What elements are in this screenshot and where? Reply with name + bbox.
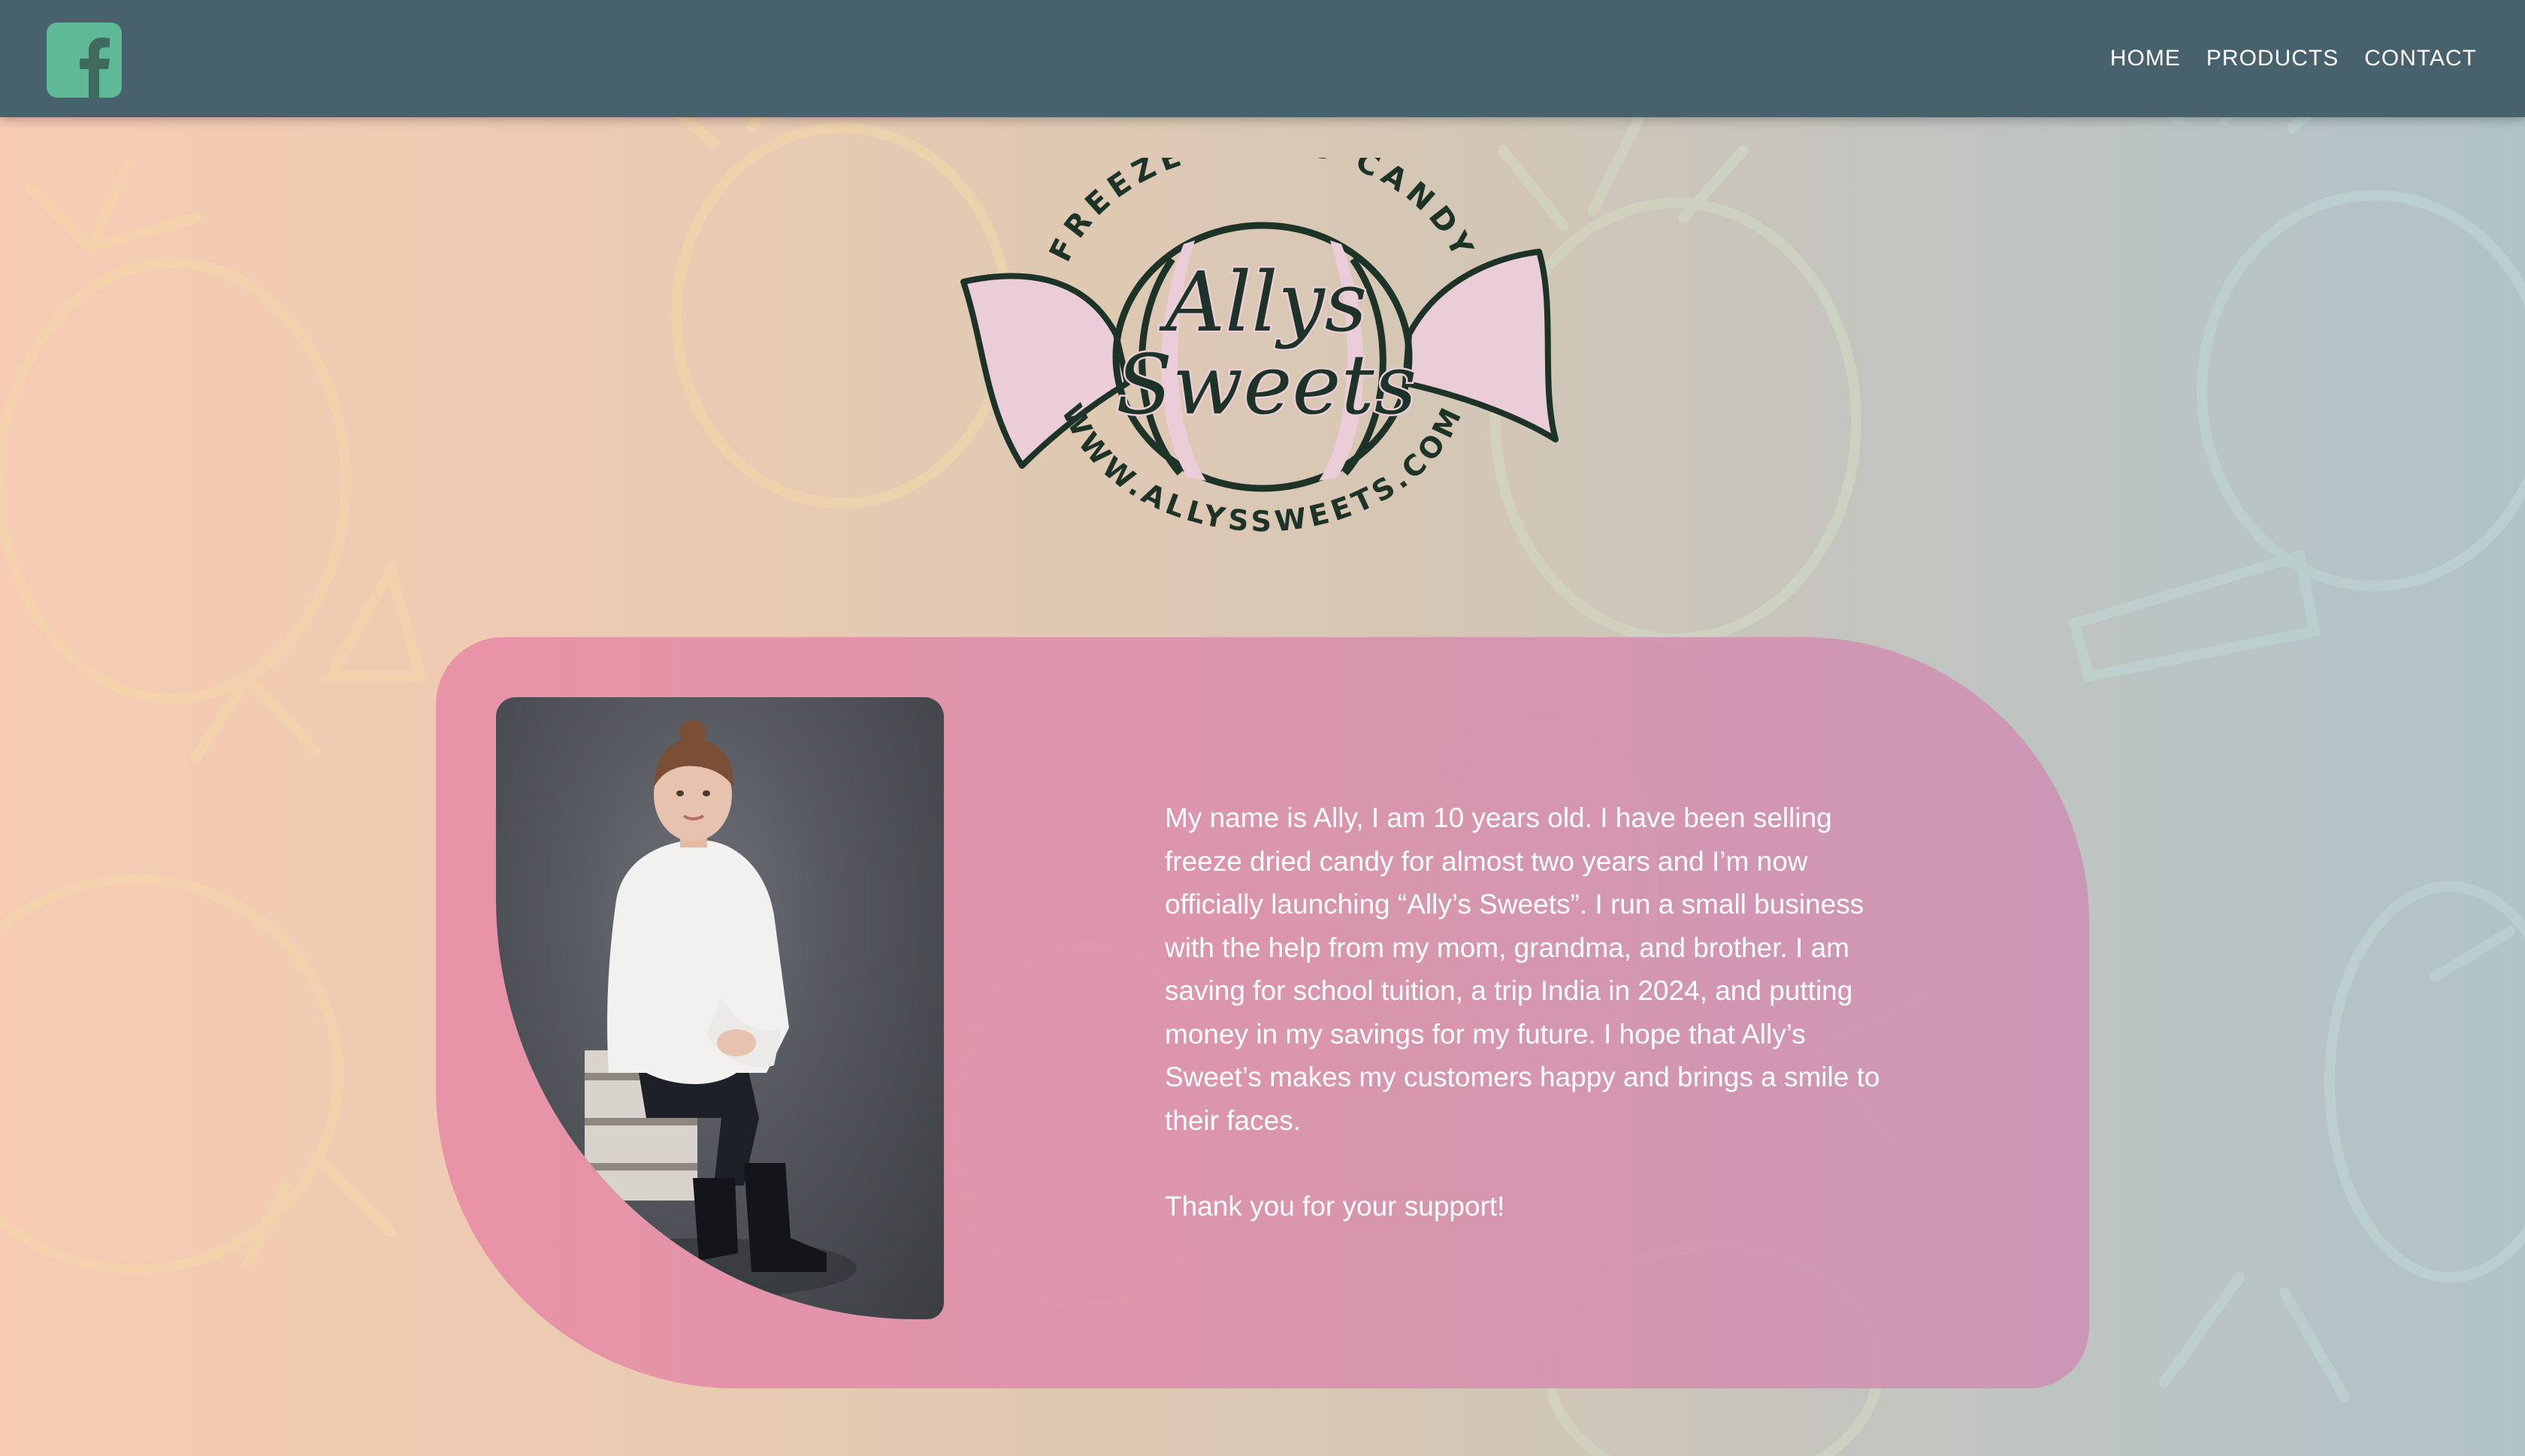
logo-tagline-text: FREEZE DRIED CANDY bbox=[1043, 158, 1476, 267]
facebook-icon bbox=[47, 23, 122, 98]
nav-contact-link[interactable]: CONTACT bbox=[2364, 46, 2477, 71]
portrait-illustration bbox=[556, 720, 857, 1298]
facebook-link[interactable] bbox=[47, 23, 122, 98]
about-text-block: My name is Ally, I am 10 years old. I ha… bbox=[1165, 796, 1886, 1228]
nav-home-link[interactable]: HOME bbox=[2110, 46, 2181, 71]
about-card: My name is Ally, I am 10 years old. I ha… bbox=[436, 637, 2089, 1388]
svg-text:FREEZE DRIED CANDY: FREEZE DRIED CANDY bbox=[1043, 158, 1482, 267]
site-header: HOME PRODUCTS CONTACT bbox=[0, 0, 2525, 117]
logo-name-line1: Allys bbox=[1159, 254, 1367, 350]
nav-products-link[interactable]: PRODUCTS bbox=[2206, 46, 2339, 71]
logo-name-line2: Sweets bbox=[1116, 337, 1417, 433]
main-nav: HOME PRODUCTS CONTACT bbox=[2110, 0, 2477, 117]
about-paragraph: My name is Ally, I am 10 years old. I ha… bbox=[1165, 802, 1880, 1136]
ally-portrait-photo bbox=[496, 697, 944, 1319]
thank-you-message: Thank you for your support! bbox=[1165, 1191, 1505, 1222]
allys-sweets-logo: FREEZE DRIED CANDY WWW.ALLYSSWEETS.COM A… bbox=[960, 158, 1559, 538]
